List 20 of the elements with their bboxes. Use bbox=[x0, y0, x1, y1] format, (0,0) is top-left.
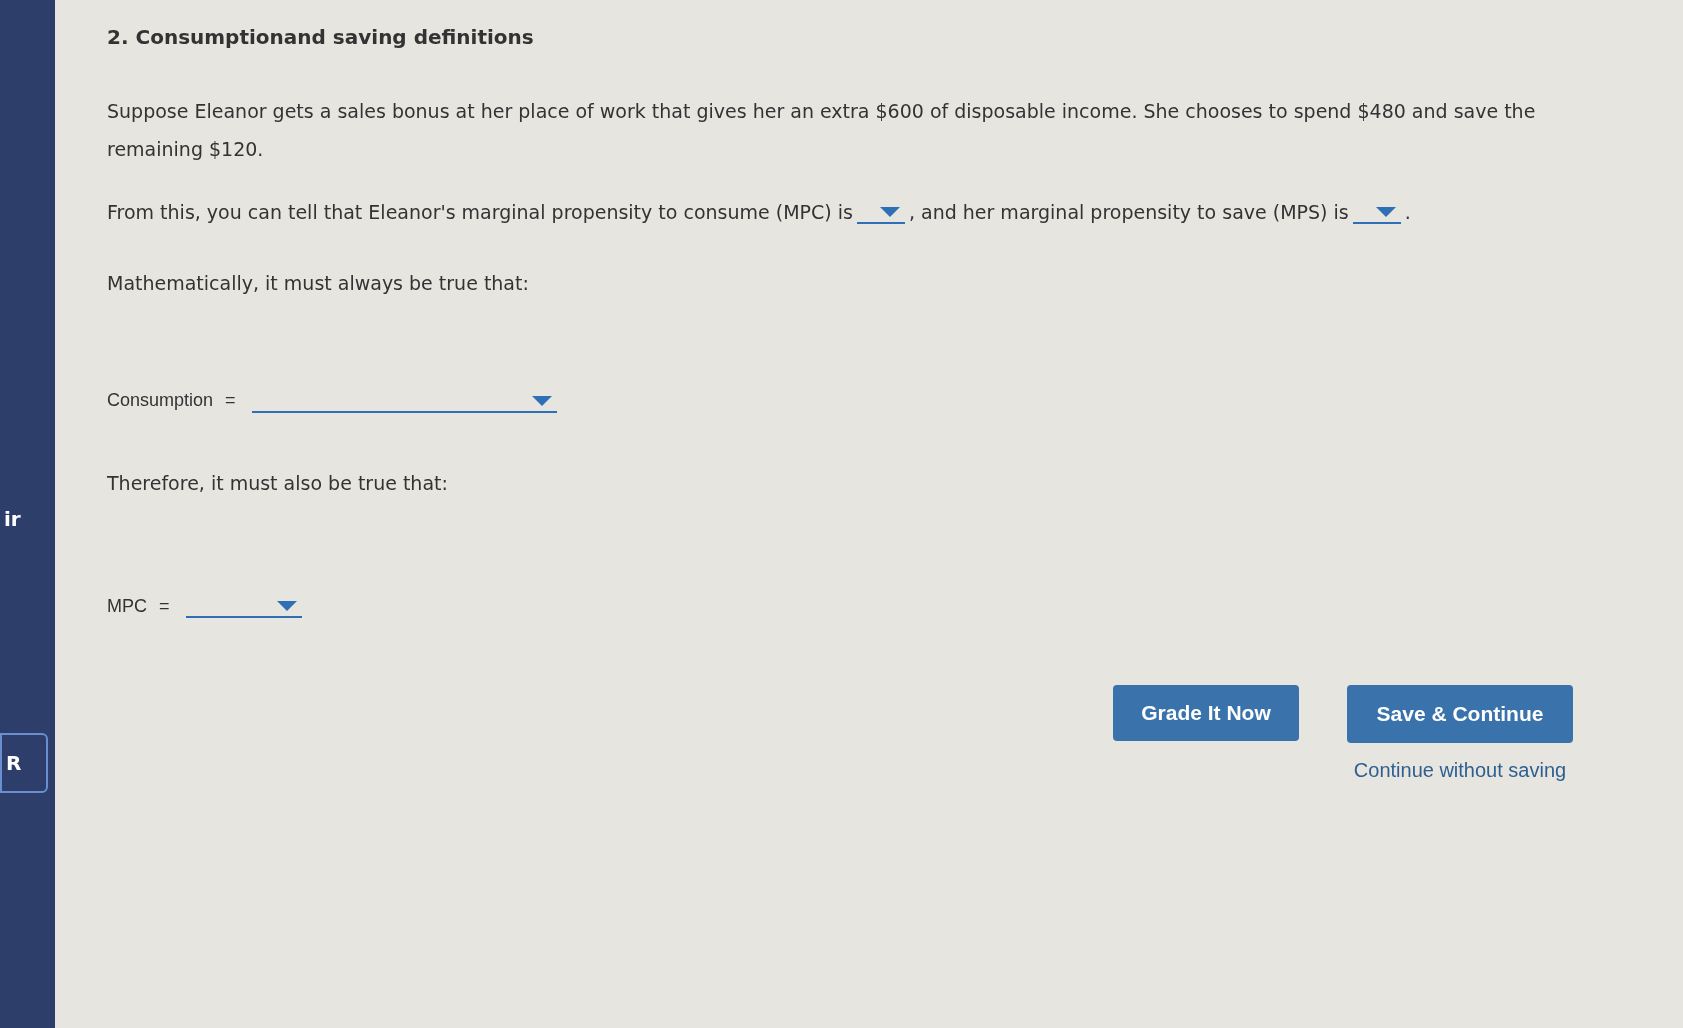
continue-link[interactable]: Continue without saving bbox=[1353, 754, 1567, 785]
equals-sign: = bbox=[159, 594, 170, 618]
equation-label: Consumption bbox=[107, 389, 214, 412]
grade-button[interactable]: Grade It Now bbox=[1113, 684, 1299, 741]
caret-icon bbox=[878, 206, 901, 219]
caret-icon bbox=[530, 394, 553, 407]
prompt-text: Therefore, it must also be true that: bbox=[107, 471, 449, 496]
question-text: . bbox=[1404, 200, 1411, 225]
prompt-text: Mathematically, it must always be true that: bbox=[107, 270, 530, 296]
question-text: From this, you can tell that Eleanor's marginal propensity to consume (MPC) is bbox=[107, 200, 853, 225]
save-continue-button[interactable]: Save & Continue bbox=[1347, 684, 1573, 743]
caret-icon bbox=[1374, 206, 1397, 219]
sidebar-button[interactable]: R bbox=[0, 733, 48, 793]
sidebar-item[interactable]: ir bbox=[0, 505, 55, 533]
equals-sign: = bbox=[225, 389, 236, 412]
intro-text: Suppose Eleanor gets a sales bonus at her place of work that gives her an extra $600 of disposable income. She chooses to spend $480 and save the remaining $120. bbox=[107, 99, 1537, 162]
question-title: 2. Consumptionand saving definitions bbox=[107, 24, 535, 51]
caret-icon bbox=[275, 600, 298, 612]
equation-label: MPC bbox=[107, 594, 147, 618]
question-text: , and her marginal propensity to save (MPS) is bbox=[908, 200, 1349, 225]
